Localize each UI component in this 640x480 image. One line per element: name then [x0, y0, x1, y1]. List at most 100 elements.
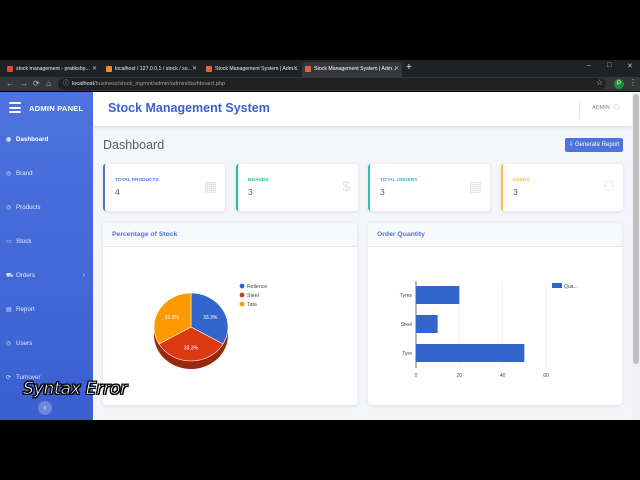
bar: [416, 315, 438, 333]
x-tick-label: 60: [543, 373, 549, 379]
generate-report-button[interactable]: ⇩ Generate Report: [565, 138, 623, 152]
panel-title: Percentage of Stock: [112, 231, 178, 238]
dollar-icon: $: [342, 178, 350, 194]
calendar-icon: ▦: [203, 178, 217, 194]
sidebar-item-label: Brand: [16, 170, 33, 177]
panel-header: Percentage of Stock: [103, 223, 357, 247]
url-path: /business/stock_mgmnt/admin/admin/dashbo…: [94, 81, 225, 87]
bar: [416, 286, 460, 304]
tab-title: Stock Management System | Adm...: [215, 66, 298, 72]
browser-menu-icon[interactable]: ⋮: [629, 78, 637, 87]
tab-favicon-icon: [305, 66, 311, 72]
card-value: 3: [248, 187, 253, 197]
page-scrollbar[interactable]: [632, 92, 640, 420]
products-icon: ◎: [6, 205, 12, 211]
pie-slice-label: 33.3%: [184, 345, 199, 351]
x-tick-label: 0: [415, 373, 418, 379]
sidebar-brand[interactable]: ADMIN PANEL: [0, 92, 93, 126]
card-label: BRANDS: [248, 178, 269, 183]
tab-favicon-icon: [106, 66, 112, 72]
stock-pie-chart: 33.3% 33.3% 33.3% Relience Steel Tata: [153, 283, 267, 369]
sidebar-item-orders[interactable]: ⛟ Orders ›: [0, 265, 93, 287]
card-users: USERS 3 ⚇: [501, 164, 623, 211]
tab-close-icon[interactable]: ✕: [192, 62, 197, 77]
user-name[interactable]: ADMIN: [592, 105, 610, 111]
stock-icon: ▭: [6, 239, 12, 245]
dashboard-icon: ◉: [6, 137, 12, 143]
browser-tab-active[interactable]: Stock Management System | Adm... ✕: [302, 62, 402, 77]
scrollbar-thumb[interactable]: [633, 94, 639, 364]
card-value: 3: [380, 187, 385, 197]
forward-icon[interactable]: →: [20, 78, 28, 90]
maximize-button[interactable]: □: [607, 62, 611, 69]
sidebar-item-users[interactable]: ◎ Users: [0, 333, 93, 355]
card-label: TOTAL PRODUCTS: [115, 178, 159, 183]
tab-favicon-icon: [7, 66, 13, 72]
card-value: 4: [115, 187, 120, 197]
users-icon: ◎: [6, 341, 12, 347]
panel-header: Order Quantity: [368, 223, 622, 247]
browser-address-bar: ← → ⟳ ⌂ ⓘ localhost/business/stock_mgmnt…: [0, 77, 640, 91]
y-tick-label: Steel: [401, 322, 412, 328]
y-tick-label: Tyre: [402, 351, 412, 357]
sidebar: ADMIN PANEL ◉ Dashboard ◎ Brand ◎ Produc…: [0, 92, 93, 420]
legend-label: Relience: [247, 284, 267, 290]
sidebar-item-stock[interactable]: ▭ Stock: [0, 231, 93, 253]
stock-chart-panel: Percentage of Stock 33.3% 33.3% 33.3% Relie…: [103, 223, 357, 405]
sidebar-item-label: Dashboard: [16, 136, 49, 143]
screen: stock management - pratikshp... ✕ localh…: [0, 0, 640, 480]
close-window-button[interactable]: ✕: [627, 62, 633, 70]
sidebar-toggle-button[interactable]: ‹: [38, 401, 52, 415]
report-icon: ▤: [6, 307, 12, 313]
sidebar-item-brand[interactable]: ◎ Brand: [0, 163, 93, 185]
url-text: localhost/business/stock_mgmnt/admin/adm…: [72, 78, 225, 90]
legend-swatch: [239, 283, 245, 289]
card-total-orders: TOTAL ORDERS 3 ▤: [368, 164, 490, 211]
legend-label: Qua...: [564, 284, 578, 290]
order-chart-panel: Order Quantity 0 20 40 60 Tyres Steel Tyre Qua.…: [368, 223, 622, 405]
legend-label: Tata: [247, 302, 257, 308]
legend-swatch: [552, 283, 562, 288]
new-tab-button[interactable]: +: [406, 61, 412, 75]
bar: [416, 344, 525, 362]
pie-slice-label: 33.3%: [203, 315, 218, 321]
app-title: Stock Management System: [108, 101, 270, 115]
legend-swatch: [239, 292, 245, 298]
reload-icon[interactable]: ⟳: [33, 78, 40, 90]
tab-favicon-icon: [206, 66, 212, 72]
url-host: localhost: [72, 81, 95, 87]
bookmark-star-icon[interactable]: ☆: [596, 77, 603, 89]
info-icon[interactable]: ⓘ: [63, 78, 69, 90]
pie-slice-label: 33.3%: [165, 315, 180, 321]
legend-label: Steel: [247, 293, 259, 299]
back-icon[interactable]: ←: [6, 78, 14, 90]
topbar-divider: [579, 100, 580, 118]
brand-icon: ◎: [6, 171, 12, 177]
browser-tab[interactable]: Stock Management System | Adm... ✕: [203, 62, 301, 77]
browser-tab[interactable]: localhost / 127.0.0.1 / stock / so... ✕: [103, 62, 200, 77]
tab-title: Stock Management System | Adm...: [314, 66, 397, 72]
turnover-icon: ⟳: [6, 375, 12, 381]
watermark-text: Syntax Error: [23, 379, 128, 400]
panel-title: Order Quantity: [377, 231, 425, 238]
order-bar-chart: 0 20 40 60 Tyres Steel Tyre Qua...: [400, 281, 578, 379]
tab-close-icon[interactable]: ✕: [92, 62, 97, 77]
url-input[interactable]: ⓘ localhost/business/stock_mgmnt/admin/a…: [58, 78, 606, 90]
minimize-button[interactable]: –: [587, 62, 591, 69]
x-tick-label: 40: [500, 373, 506, 379]
card-label: USERS: [513, 178, 530, 183]
sidebar-item-report[interactable]: ▤ Report: [0, 299, 93, 321]
menu-list-icon: [9, 102, 21, 113]
tab-close-icon[interactable]: ✕: [394, 62, 399, 77]
tab-close-icon[interactable]: ✕: [293, 62, 298, 77]
sidebar-item-label: Stock: [16, 238, 32, 245]
user-icon[interactable]: ⚇: [613, 103, 620, 112]
users-icon: ⚇: [602, 178, 615, 194]
sidebar-title: ADMIN PANEL: [29, 104, 84, 113]
profile-avatar[interactable]: P: [614, 79, 624, 89]
browser-tab[interactable]: stock management - pratikshp... ✕: [4, 62, 100, 77]
sidebar-item-products[interactable]: ◎ Products: [0, 197, 93, 219]
sidebar-item-dashboard[interactable]: ◉ Dashboard: [0, 129, 93, 151]
home-icon[interactable]: ⌂: [46, 78, 51, 90]
sidebar-item-label: Products: [16, 204, 41, 211]
